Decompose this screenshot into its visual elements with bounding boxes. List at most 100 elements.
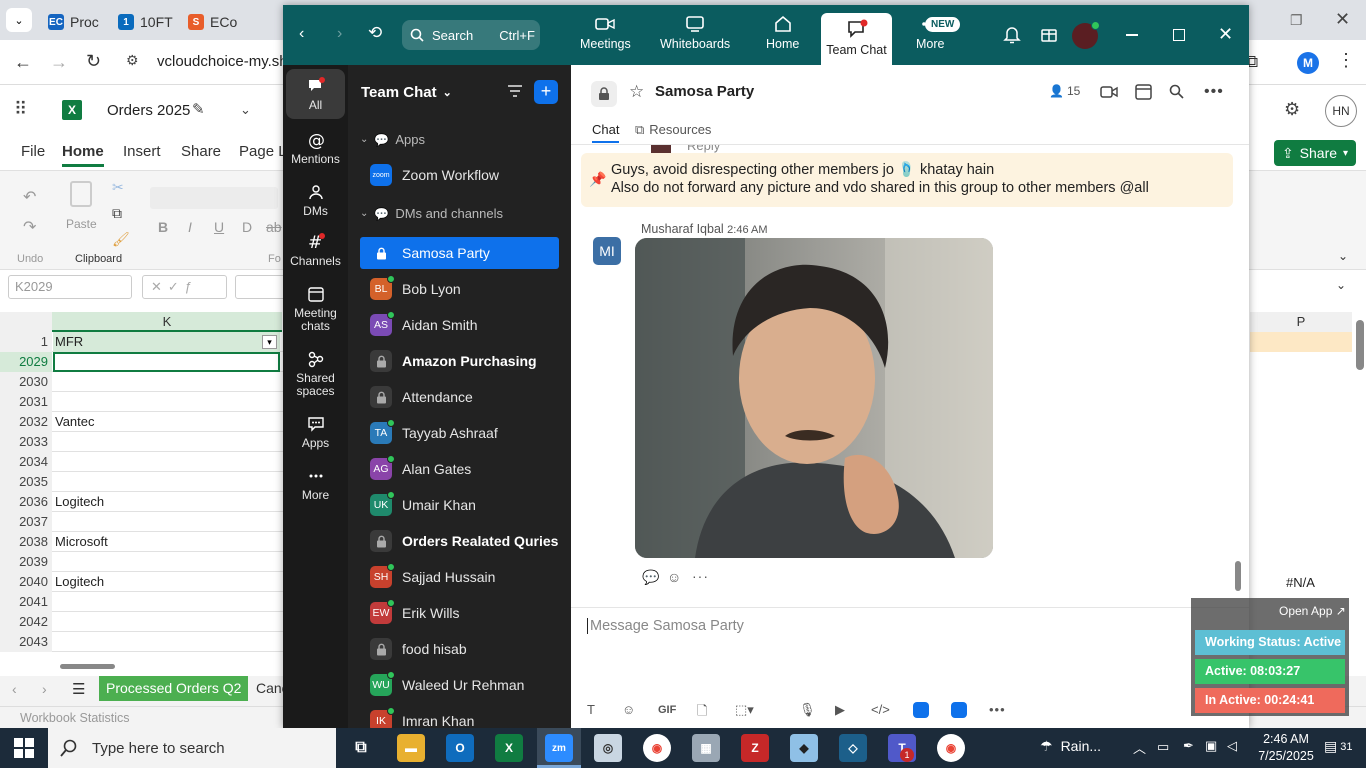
row-number[interactable]: 2030: [0, 372, 52, 392]
profile-avatar[interactable]: M: [1297, 52, 1319, 74]
row-number[interactable]: 2038: [0, 532, 52, 552]
dm-item[interactable]: EW Erik Wills: [360, 597, 559, 629]
reload-icon[interactable]: ↻: [86, 51, 101, 72]
row-number[interactable]: 2039: [0, 552, 52, 572]
format-painter-icon[interactable]: 🖌: [112, 231, 130, 248]
notifications-bell-icon[interactable]: [1003, 25, 1021, 44]
sender-name[interactable]: Musharaf Iqbal: [641, 222, 724, 236]
more-options-icon[interactable]: •••: [1204, 83, 1224, 101]
italic-icon[interactable]: I: [188, 219, 192, 235]
horizontal-scrollbar-thumb[interactable]: [60, 664, 115, 669]
chat-scrollbar-thumb[interactable]: [1235, 561, 1241, 591]
excel-icon[interactable]: X: [495, 734, 523, 762]
reply-thread-icon[interactable]: 💬: [642, 569, 659, 586]
microphone-icon[interactable]: 🎙: [799, 702, 816, 718]
outlook-icon[interactable]: O: [446, 734, 474, 762]
browser-tab[interactable]: 1 10FT: [118, 8, 173, 36]
dm-item[interactable]: SH Sajjad Hussain: [360, 561, 559, 593]
code-snippet-icon[interactable]: </>: [871, 702, 890, 717]
workbook-statistics[interactable]: Workbook Statistics: [20, 711, 130, 725]
utility-app-icon[interactable]: ◎: [594, 734, 622, 762]
open-app-button[interactable]: Open App ↗: [1279, 604, 1346, 618]
gift-icon[interactable]: [1040, 25, 1058, 43]
start-button[interactable]: [14, 738, 34, 758]
row-number[interactable]: 2029: [0, 352, 52, 372]
user-avatar[interactable]: HN: [1325, 95, 1357, 127]
paste-label[interactable]: Paste: [66, 217, 97, 231]
maximize-icon[interactable]: [1173, 29, 1185, 41]
composer-more-icon[interactable]: •••: [989, 702, 1006, 717]
ribbon-tab-insert[interactable]: Insert: [123, 143, 161, 160]
select-all-corner[interactable]: [0, 312, 52, 332]
top-nav-home[interactable]: Home: [766, 15, 799, 51]
cut-icon[interactable]: ✂: [112, 179, 124, 196]
row-number[interactable]: 2043: [0, 632, 52, 652]
tab-list-dropdown-icon[interactable]: ⌄: [6, 8, 32, 32]
mfr-cell[interactable]: Vantec: [55, 412, 95, 432]
shared-photo[interactable]: [635, 238, 993, 558]
profile-avatar[interactable]: [1072, 21, 1100, 49]
app-icon[interactable]: ◆: [790, 734, 818, 762]
underline-icon[interactable]: U: [214, 219, 224, 235]
paste-icon[interactable]: [70, 181, 92, 207]
mfr-cell[interactable]: [53, 352, 280, 372]
taskbar-search[interactable]: Type here to search: [48, 728, 336, 768]
dm-item[interactable]: AS Aidan Smith: [360, 309, 559, 341]
all-sheets-icon[interactable]: ☰: [72, 680, 85, 698]
zoom-app-icon[interactable]: [913, 702, 929, 718]
next-sheet-icon[interactable]: ›: [42, 681, 47, 697]
dm-item[interactable]: WU Waleed Ur Rehman: [360, 669, 559, 701]
p-cell-value[interactable]: #N/A: [1286, 575, 1315, 590]
file-icon[interactable]: 🗋: [697, 702, 707, 724]
pin-icon[interactable]: ✎: [192, 100, 205, 118]
app-item[interactable]: zoom Zoom Workflow: [360, 159, 559, 191]
filezilla-icon[interactable]: Z: [741, 734, 769, 762]
vertical-scrollbar-thumb[interactable]: [1356, 320, 1364, 370]
prev-sheet-icon[interactable]: ‹: [12, 681, 17, 697]
chat-title[interactable]: Samosa Party: [655, 83, 754, 100]
gif-icon[interactable]: GIF: [658, 704, 676, 716]
site-info-icon[interactable]: ⚙: [126, 52, 139, 69]
filter-dropdown-icon[interactable]: ▾: [262, 335, 277, 349]
channel-item[interactable]: Samosa Party: [360, 237, 559, 269]
section-apps[interactable]: ⌄ 💬 Apps: [360, 132, 425, 147]
chrome-icon[interactable]: ◉: [937, 734, 965, 762]
bold-icon[interactable]: B: [158, 219, 168, 235]
rail-meeting-chats[interactable]: Meeting chats: [286, 285, 345, 333]
video-message-icon[interactable]: ▶: [835, 702, 845, 718]
window-restore-icon[interactable]: ❐: [1290, 12, 1303, 29]
clock[interactable]: 2:46 AM 7/25/2025: [1255, 731, 1317, 765]
notification-center-icon[interactable]: ▤ 31: [1324, 738, 1352, 755]
back-arrow-icon[interactable]: ←: [14, 52, 32, 73]
top-nav-team-chat[interactable]: Team Chat: [821, 13, 892, 65]
show-hidden-icons[interactable]: ︿: [1133, 738, 1146, 757]
row-number[interactable]: 2033: [0, 432, 52, 452]
video-call-icon[interactable]: [1100, 85, 1118, 99]
undo-icon[interactable]: ↶: [23, 187, 36, 207]
mfr-cell[interactable]: Microsoft: [55, 532, 108, 552]
tab-chat[interactable]: Chat: [592, 122, 620, 143]
channel-item[interactable]: Amazon Purchasing: [360, 345, 559, 377]
rail-shared-spaces[interactable]: Shared spaces: [286, 350, 345, 398]
tab-resources[interactable]: ⧉ Resources: [635, 122, 711, 138]
browser-tab[interactable]: EC Proc: [48, 8, 99, 36]
row-number[interactable]: 2040: [0, 572, 52, 592]
forward-icon[interactable]: ›: [337, 25, 342, 43]
calendar-icon[interactable]: [1135, 83, 1152, 100]
share-button[interactable]: ⇪ Share ▾: [1274, 140, 1356, 166]
back-icon[interactable]: ‹: [299, 25, 304, 43]
row-number[interactable]: 2041: [0, 592, 52, 612]
row-number[interactable]: 2042: [0, 612, 52, 632]
row-number[interactable]: 2036: [0, 492, 52, 512]
row-number[interactable]: 2031: [0, 392, 52, 412]
previous-reply-link[interactable]: Reply: [651, 145, 1151, 153]
pen-icon[interactable]: ✒: [1183, 738, 1194, 754]
channel-item[interactable]: Attendance: [360, 381, 559, 413]
add-reaction-icon[interactable]: ☺: [667, 569, 681, 585]
file-title[interactable]: Orders 2025: [107, 102, 190, 119]
row-number[interactable]: 2037: [0, 512, 52, 532]
settings-gear-icon[interactable]: ⚙: [1284, 99, 1300, 120]
column-header-p[interactable]: P: [1250, 312, 1352, 332]
emoji-icon[interactable]: ☺: [622, 702, 635, 717]
name-box[interactable]: K2029: [8, 275, 132, 299]
